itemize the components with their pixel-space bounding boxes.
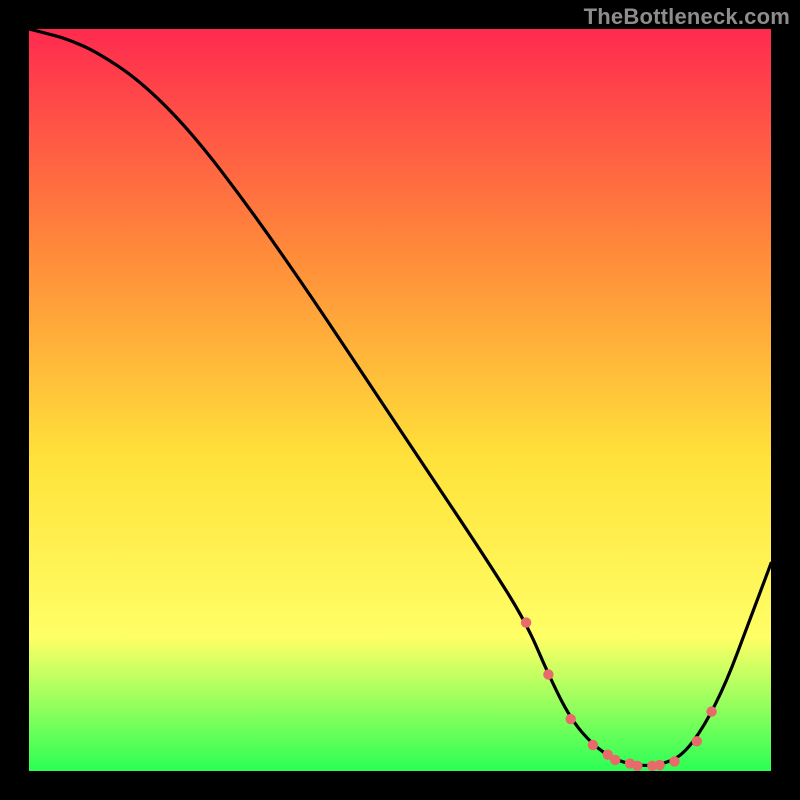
highlight-point	[692, 736, 702, 746]
highlight-point	[632, 761, 642, 771]
highlight-point	[543, 669, 553, 679]
plot-area	[29, 29, 771, 771]
plot-svg	[29, 29, 771, 771]
highlight-point	[655, 760, 665, 770]
highlight-point	[669, 756, 679, 766]
watermark-text: TheBottleneck.com	[584, 4, 790, 30]
gradient-background	[29, 29, 771, 771]
highlight-point	[706, 706, 716, 716]
highlight-point	[566, 714, 576, 724]
highlight-point	[610, 755, 620, 765]
highlight-point	[521, 617, 531, 627]
chart-frame: TheBottleneck.com	[0, 0, 800, 800]
highlight-point	[588, 740, 598, 750]
